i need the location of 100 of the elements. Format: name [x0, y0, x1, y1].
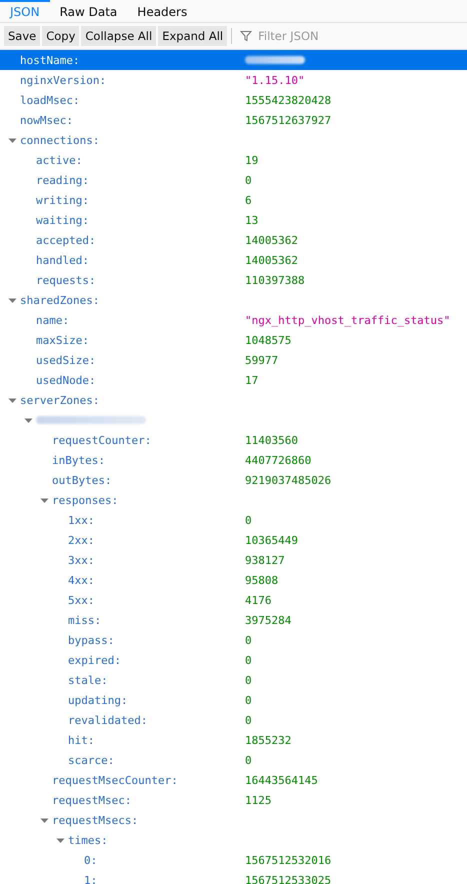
tree-row[interactable]: requestMsecCounter: 16443564145 [0, 770, 467, 790]
tree-row[interactable]: maxSize: 1048575 [0, 330, 467, 350]
json-value: 1555423820428 [245, 94, 332, 106]
json-value: 4407726860 [245, 454, 312, 466]
tree-row[interactable]: loadMsec: 1555423820428 [0, 90, 467, 110]
tree-row[interactable]: serverZones: [0, 390, 467, 410]
toolbar-button[interactable]: Collapse All [81, 26, 156, 46]
tree-row[interactable]: stale: 0 [0, 670, 467, 690]
json-key: 0: [84, 854, 98, 866]
tree-row[interactable]: hit: 1855232 [0, 730, 467, 750]
tree-row[interactable]: usedNode: 17 [0, 370, 467, 390]
json-key: hit: [68, 734, 94, 746]
tree-row[interactable]: sharedZones: [0, 290, 467, 310]
tree-row[interactable]: nginxVersion: "1.15.10" [0, 70, 467, 90]
tree-row[interactable]: handled: 14005362 [0, 250, 467, 270]
json-value: 0 [245, 654, 252, 666]
json-key: usedSize: [36, 354, 96, 366]
json-value: 11403560 [245, 434, 298, 446]
json-key: requestMsecs: [52, 814, 138, 826]
toolbar-button[interactable]: Save [4, 26, 40, 46]
tree-row[interactable]: 3xx: 938127 [0, 550, 467, 570]
json-key: requestMsecCounter: [52, 774, 178, 786]
json-value: 1567512532016 [245, 854, 332, 866]
tree-row[interactable]: 4xx: 95808 [0, 570, 467, 590]
json-value: "ngx_http_vhost_traffic_status" [245, 314, 450, 326]
toolbar-button[interactable]: Copy [42, 26, 80, 46]
json-key: connections: [20, 134, 100, 146]
json-key: 4xx: [68, 574, 94, 586]
tree-row[interactable]: name: "ngx_http_vhost_traffic_status" [0, 310, 467, 330]
tree-row[interactable]: usedSize: 59977 [0, 350, 467, 370]
json-key: requests: [36, 274, 96, 286]
json-key: handled: [36, 254, 89, 266]
tree-row[interactable]: requestMsecs: [0, 810, 467, 830]
tree-row[interactable]: connections: [0, 130, 467, 150]
json-key: inBytes: [52, 454, 105, 466]
tree-row[interactable]: scarce: 0 [0, 750, 467, 770]
json-value: 938127 [245, 554, 285, 566]
expand-triangle-icon[interactable] [8, 136, 17, 144]
tree-row[interactable]: outBytes: 9219037485026 [0, 470, 467, 490]
tab[interactable]: Raw Data [50, 0, 128, 22]
tree-row[interactable]: revalidated: 0 [0, 710, 467, 730]
expand-triangle-icon[interactable] [24, 416, 33, 424]
json-key: outBytes: [52, 474, 112, 486]
tree-row[interactable]: nowMsec: 1567512637927 [0, 110, 467, 130]
json-key: 5xx: [68, 594, 94, 606]
tree-row[interactable]: times: [0, 830, 467, 850]
json-value: 0 [245, 714, 252, 726]
expand-triangle-icon[interactable] [40, 816, 49, 824]
json-value: 1048575 [245, 334, 292, 346]
expand-triangle-icon[interactable] [8, 396, 17, 404]
json-value: 9219037485026 [245, 474, 332, 486]
blurred-value [245, 56, 305, 64]
tree-row[interactable]: requests: 110397388 [0, 270, 467, 290]
tree-row[interactable]: waiting: 13 [0, 210, 467, 230]
json-key: revalidated: [68, 714, 148, 726]
json-value: 16443564145 [245, 774, 318, 786]
json-key: reading: [36, 174, 89, 186]
json-key: active: [36, 154, 82, 166]
tree-row[interactable]: 0: 1567512532016 [0, 850, 467, 870]
json-value: 1567512533025 [245, 874, 332, 884]
json-value: 0 [245, 754, 252, 766]
json-value: 0 [245, 514, 252, 526]
filter-field[interactable]: Filter JSON [256, 28, 410, 44]
json-key: responses: [52, 494, 118, 506]
json-value: 110397388 [245, 274, 305, 286]
tree-row[interactable]: expired: 0 [0, 650, 467, 670]
json-value: 13 [245, 214, 258, 226]
tree-row[interactable]: 1xx: 0 [0, 510, 467, 530]
json-key: waiting: [36, 214, 89, 226]
tree-row[interactable]: reading: 0 [0, 170, 467, 190]
tree-row[interactable]: requestMsec: 1125 [0, 790, 467, 810]
filter-icon [240, 30, 252, 42]
tree-row[interactable]: 2xx: 10365449 [0, 530, 467, 550]
json-value: 59977 [245, 354, 278, 366]
tree-row[interactable]: requestCounter: 11403560 [0, 430, 467, 450]
tree-row[interactable]: active: 19 [0, 150, 467, 170]
expand-triangle-icon[interactable] [40, 496, 49, 504]
json-key: nginxVersion: [20, 74, 106, 86]
tree-row[interactable]: writing: 6 [0, 190, 467, 210]
tree-row[interactable]: updating: 0 [0, 690, 467, 710]
json-key: serverZones: [20, 394, 100, 406]
tree-row[interactable]: 1: 1567512533025 [0, 870, 467, 884]
json-key: bypass: [68, 634, 114, 646]
tree-row[interactable]: bypass: 0 [0, 630, 467, 650]
tab[interactable]: Headers [127, 0, 198, 22]
json-value: 14005362 [245, 254, 298, 266]
json-key: times: [68, 834, 108, 846]
expand-triangle-icon[interactable] [56, 836, 65, 844]
tree-row[interactable]: responses: [0, 490, 467, 510]
tree-row[interactable]: accepted: 14005362 [0, 230, 467, 250]
expand-triangle-icon[interactable] [8, 296, 17, 304]
tree-row[interactable]: miss: 3975284 [0, 610, 467, 630]
tree-row[interactable]: hostName: [0, 50, 467, 70]
json-value: 10365449 [245, 534, 298, 546]
json-key: updating: [68, 694, 128, 706]
tree-row[interactable]: 5xx: 4176 [0, 590, 467, 610]
json-key: loadMsec: [20, 94, 80, 106]
json-value: 6 [245, 194, 252, 206]
tree-row[interactable]: inBytes: 4407726860 [0, 450, 467, 470]
toolbar-button[interactable]: Expand All [158, 26, 228, 46]
